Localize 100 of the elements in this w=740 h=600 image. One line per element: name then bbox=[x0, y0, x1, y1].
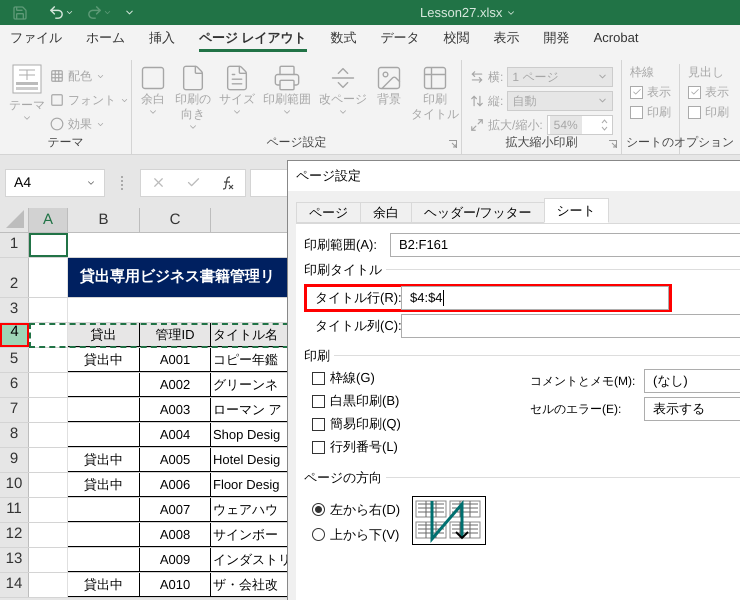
dialog-launcher-icon[interactable] bbox=[609, 140, 617, 148]
table-cell bbox=[68, 398, 140, 422]
row-header[interactable]: 6 bbox=[0, 373, 29, 397]
caret-icon[interactable] bbox=[65, 8, 74, 17]
row-header[interactable]: 5 bbox=[0, 348, 29, 372]
dialog-title: ページ設定 bbox=[295, 167, 362, 186]
page-icon bbox=[273, 64, 301, 92]
group-label: ページ設定 bbox=[266, 134, 326, 151]
grid-icon bbox=[50, 69, 64, 83]
table-cell: A004 bbox=[140, 423, 211, 447]
select-field[interactable]: (なし) bbox=[644, 369, 740, 393]
function-icon[interactable] bbox=[221, 176, 235, 190]
table-cell bbox=[68, 548, 140, 572]
table-cell: A005 bbox=[140, 448, 211, 472]
row-header[interactable]: 3 bbox=[0, 298, 29, 322]
table-cell: A008 bbox=[140, 523, 211, 547]
table-cell: A002 bbox=[140, 373, 211, 397]
row-header[interactable]: 13 bbox=[0, 548, 29, 572]
grip-icon bbox=[121, 176, 124, 190]
save-icon[interactable] bbox=[12, 4, 28, 20]
ribbon-tab[interactable]: 校閲 bbox=[444, 28, 470, 52]
table-cell: 貸出中 bbox=[68, 348, 140, 372]
dialog-tab[interactable]: 余白 bbox=[360, 202, 412, 223]
header-cell: 管理ID bbox=[140, 323, 211, 347]
table-cell bbox=[68, 423, 140, 447]
page-icon bbox=[139, 64, 167, 92]
option-heading: 見出し bbox=[688, 64, 725, 80]
header-cell: 貸出 bbox=[68, 323, 140, 347]
column-header[interactable]: C bbox=[140, 208, 211, 232]
table-cell: 貸出中 bbox=[68, 448, 140, 472]
ribbon-tab[interactable]: 数式 bbox=[330, 28, 357, 52]
select-all-icon[interactable] bbox=[6, 210, 24, 228]
table-cell: A001 bbox=[140, 348, 211, 372]
square-icon bbox=[50, 93, 64, 107]
ribbon-tab[interactable]: ファイル bbox=[10, 28, 62, 52]
select-label: セルのエラー(E): bbox=[530, 401, 622, 418]
table-cell: A010 bbox=[140, 573, 211, 597]
table-cell bbox=[68, 373, 140, 397]
dialog-tab[interactable]: ヘッダー/フッター bbox=[411, 202, 545, 223]
active-cell[interactable] bbox=[29, 233, 68, 257]
scale-icon bbox=[470, 118, 484, 132]
table-cell: A003 bbox=[140, 398, 211, 422]
cancel-icon[interactable] bbox=[151, 175, 166, 190]
dialog-tab[interactable]: ページ bbox=[296, 202, 361, 223]
print-area-field[interactable]: B2:F161 bbox=[390, 233, 740, 257]
height-icon bbox=[470, 94, 484, 108]
select-field[interactable]: 表示する bbox=[644, 397, 740, 421]
ribbon-tab[interactable]: データ bbox=[380, 28, 420, 52]
check-icon bbox=[690, 87, 700, 97]
ribbon-tab[interactable]: 開発 bbox=[544, 28, 570, 52]
table-cell: A007 bbox=[140, 498, 211, 522]
column-header[interactable]: B bbox=[68, 208, 140, 232]
dialog-launcher-icon[interactable] bbox=[449, 140, 457, 148]
row-header[interactable]: 7 bbox=[0, 398, 29, 422]
circle-icon bbox=[50, 117, 64, 131]
row-header[interactable]: 2 bbox=[0, 258, 29, 297]
dialog-tab[interactable]: シート bbox=[544, 198, 609, 223]
row-header[interactable]: 11 bbox=[0, 498, 29, 522]
row-header[interactable]: 12 bbox=[0, 523, 29, 547]
scale-label: 縦: bbox=[488, 92, 504, 110]
check-icon bbox=[632, 87, 642, 97]
ribbon-tab[interactable]: ホーム bbox=[86, 28, 125, 52]
row-header[interactable]: 1 bbox=[0, 233, 29, 257]
name-box[interactable]: A4 bbox=[5, 168, 105, 196]
scale-label: 横: bbox=[488, 68, 504, 86]
group-label: テーマ bbox=[48, 134, 84, 151]
theme-icon bbox=[12, 64, 42, 94]
ribbon-tab[interactable]: Acrobat bbox=[594, 28, 638, 52]
table-cell: 貸出中 bbox=[68, 573, 140, 597]
ribbon-tab[interactable]: 挿入 bbox=[149, 28, 175, 52]
group-label: シートのオプション bbox=[626, 134, 734, 151]
option-heading: 枠線 bbox=[630, 64, 655, 80]
page-icon bbox=[421, 64, 449, 92]
select-label: コメントとメモ(M): bbox=[530, 373, 636, 390]
title-rows-field[interactable]: $4:$4 bbox=[401, 286, 669, 310]
group-label: 拡大縮小印刷 bbox=[506, 134, 578, 151]
table-cell: A009 bbox=[140, 548, 211, 572]
row-header[interactable]: 9 bbox=[0, 448, 29, 472]
table-cell bbox=[68, 498, 140, 522]
column-header[interactable]: A bbox=[29, 208, 68, 232]
redo-icon[interactable] bbox=[86, 4, 103, 21]
section-heading: 印刷タイトル bbox=[304, 261, 382, 279]
print-area-label: 印刷範囲(A): bbox=[304, 236, 378, 254]
ribbon-tab[interactable]: 表示 bbox=[494, 28, 520, 52]
row-header[interactable]: 14 bbox=[0, 573, 29, 597]
spinner-arrows-icon bbox=[601, 118, 608, 132]
undo-icon[interactable] bbox=[48, 4, 65, 21]
table-cell bbox=[68, 523, 140, 547]
width-icon bbox=[470, 70, 484, 84]
file-name: Lesson27.xlsx bbox=[420, 4, 502, 22]
row-header[interactable]: 4 bbox=[0, 323, 29, 347]
title-columns-field[interactable] bbox=[401, 314, 740, 338]
table-cell: 貸出中 bbox=[68, 473, 140, 497]
sheet-title: 貸出専用ビジネス書籍管理リ bbox=[80, 267, 275, 288]
ribbon-tab[interactable]: ページ レイアウト bbox=[199, 28, 307, 52]
scale-label: 拡大/縮小: bbox=[488, 116, 543, 134]
page-icon bbox=[375, 64, 403, 92]
row-header[interactable]: 10 bbox=[0, 473, 29, 497]
row-header[interactable]: 8 bbox=[0, 423, 29, 447]
table-cell: A006 bbox=[140, 473, 211, 497]
